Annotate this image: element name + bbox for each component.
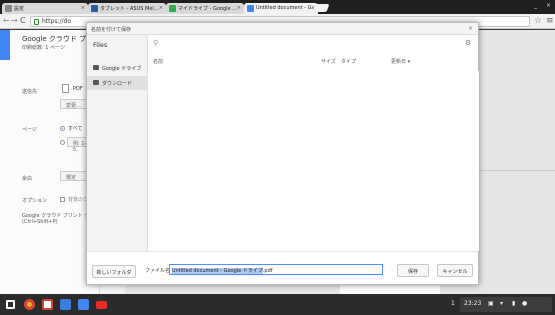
pdf-file-icon [62,84,69,93]
close-icon[interactable]: × [159,5,163,11]
docs-icon[interactable] [60,299,71,310]
youtube-icon[interactable] [96,301,107,309]
minimize-button[interactable]: _ [534,2,537,9]
tab-strip: 設定 × タブレット - ASUS Mel… × マイドライブ - Google… [0,0,555,14]
print-header-accent [0,30,10,60]
column-type[interactable]: タイプ [341,58,356,65]
drive-icon [93,65,99,70]
status-tray[interactable]: 23:23 ▣ ▾ ▮ ● [460,297,552,312]
shelf: 1 23:23 ▣ ▾ ▮ ● [0,294,555,315]
asus-icon [91,5,98,12]
forward-arrow-icon[interactable]: → [11,16,18,25]
screen-icon: ▣ [488,300,494,307]
user-icon: ● [522,300,528,307]
clock: 23:23 [464,300,482,307]
pages-all-radio[interactable] [60,126,65,131]
close-icon[interactable]: × [468,25,473,32]
margins-select[interactable]: 規定 [60,171,88,181]
sidebar-item-label: ダウンロード [102,81,133,87]
save-button[interactable]: 保存 [397,264,429,277]
menu-icon[interactable]: ≡ [546,16,554,26]
bookmark-star-icon[interactable]: ☆ [534,16,542,26]
sidebar-item-google-drive[interactable]: Google ドライブ [87,61,148,75]
tab-settings[interactable]: 設定 × [2,3,88,14]
search-icon[interactable]: ⚲ [153,39,158,47]
destination-label: 送信先 [22,89,38,95]
tab-asus[interactable]: タブレット - ASUS Mel… × [88,3,166,14]
destination-value: PDF [73,86,83,92]
tab-drive[interactable]: マイドライブ - Google … × [166,3,244,14]
margins-label: 余白 [22,176,33,182]
new-folder-button[interactable]: 新しいフォルダ [92,265,136,278]
background-graphics-label: 背景のグ [68,197,89,203]
filename-selected-text: Untitled document - Google ドライブ [172,268,263,274]
filename-label: ファイル名 [145,268,171,274]
wifi-icon: ▾ [500,300,504,307]
tab-untitled-document[interactable]: Untitled document - G… × [244,3,318,14]
file-list[interactable] [149,71,479,251]
drive-icon [169,5,176,12]
sidebar-item-downloads[interactable]: ダウンロード [87,76,148,90]
dialog-title: 名前を付けて保存 [91,27,132,33]
column-modified[interactable]: 更新日 ▾ [391,58,410,65]
wrench-icon [5,5,12,12]
print-settings-panel: Google クラウド プリント 印刷総数: 1 ページ 送信先 PDF 変更…… [0,30,107,294]
dialog-title-bar: 名前を付けて保存 × [87,23,478,35]
chrome-icon[interactable] [24,299,35,310]
change-destination-button[interactable]: 変更… [60,99,88,109]
tab-label: タブレット - ASUS Mel… [100,6,159,12]
launcher-icon[interactable] [6,300,15,309]
tab-label: 設定 [14,6,25,12]
back-arrow-icon[interactable]: ← [3,16,10,25]
close-icon[interactable]: × [237,5,241,11]
background-graphics-checkbox[interactable] [60,197,65,202]
sidebar-item-label: Google ドライブ [102,66,142,72]
cancel-button[interactable]: キャンセル [437,264,473,277]
address-bar-url: https://do [42,18,71,25]
tab-label: マイドライブ - Google … [178,6,238,12]
dialog-sidebar: Files Google ドライブ ダウンロード [87,35,148,251]
gear-icon[interactable]: ⚙ [465,39,471,47]
pages-range-radio[interactable] [60,140,65,145]
reload-icon[interactable]: C [20,16,26,25]
tab-label: Untitled document - G… [256,5,317,11]
close-icon[interactable]: × [81,5,85,11]
gmail-icon[interactable] [42,299,53,310]
new-tab-button[interactable] [312,4,330,12]
print-sheet-count: 印刷総数: 1 ページ [22,45,65,51]
file-list-header: 名前 サイズ タイプ 更新日 ▾ [153,58,473,70]
battery-icon: ▮ [512,300,516,307]
notification-count[interactable]: 1 [451,300,455,307]
options-label: オプション [22,198,48,204]
window-close-button[interactable]: × [546,2,551,9]
lock-icon [34,19,39,25]
pages-label: ページ [22,127,37,133]
docs-icon[interactable] [78,299,89,310]
filename-extension: .pdf [262,268,273,274]
column-size[interactable]: サイズ [321,58,336,65]
pages-all-label: すべて [68,126,83,132]
filename-input[interactable]: Untitled document - Google ドライブ.pdf [169,264,383,275]
save-as-dialog: 名前を付けて保存 × Files Google ドライブ ダウンロード ⚲ ⚙ … [86,22,479,285]
sidebar-header: Files [93,41,108,49]
column-name[interactable]: 名前 [153,58,163,65]
docs-icon [247,5,254,12]
folder-icon [93,80,99,85]
